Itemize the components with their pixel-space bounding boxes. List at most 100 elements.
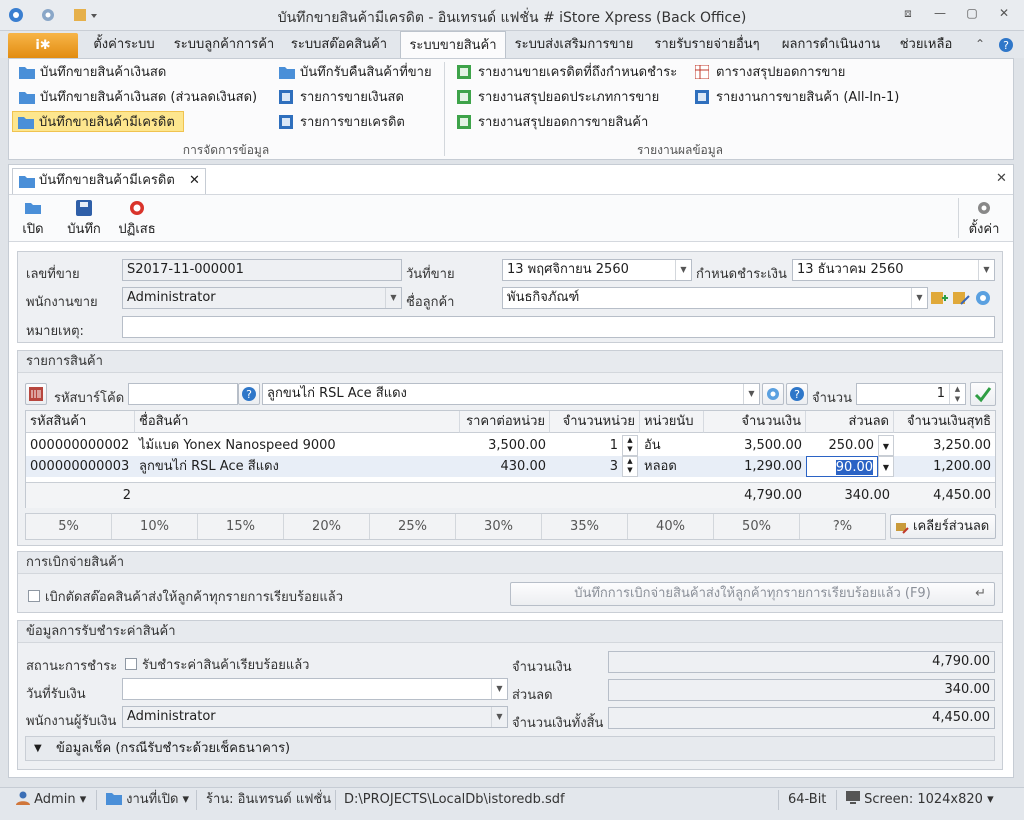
ribbon-report-sale-type[interactable]: รายงานสรุปยอดประเภทการขาย — [452, 87, 662, 108]
col-header-amount[interactable]: จำนวนเงิน — [704, 411, 806, 433]
payment-date-picker[interactable]: ▼ — [122, 678, 508, 700]
barcode-help-icon[interactable]: ? — [238, 383, 260, 405]
col-header-unit-price[interactable]: ราคาต่อหน่วย — [460, 411, 550, 433]
sale-date-picker[interactable]: 13 พฤศจิกายน 2560 ▼ — [502, 259, 692, 281]
tab-performance[interactable]: ผลการดำเนินงาน — [772, 31, 890, 58]
payment-received-checkbox[interactable]: รับชำระค่าสินค้าเรียบร้อยแล้ว — [125, 654, 309, 675]
chevron-down-icon[interactable]: ▼ — [491, 679, 507, 699]
customer-select[interactable]: พันธกิจภัณฑ์ ▼ — [502, 287, 928, 309]
col-header-qty[interactable]: จำนวนหน่วย — [550, 411, 640, 433]
checkbox-icon — [28, 590, 40, 602]
ribbon-report-product-summary[interactable]: รายงานสรุปยอดการขายสินค้า — [452, 112, 660, 133]
barcode-icon[interactable] — [25, 383, 47, 405]
tab-help[interactable]: ช่วยเหลือ — [892, 31, 960, 58]
chevron-down-icon[interactable]: ▼ — [675, 260, 691, 280]
save-icon — [76, 200, 92, 216]
save-button[interactable]: บันทึก — [62, 196, 106, 239]
pct-button[interactable]: 35% — [542, 514, 628, 539]
cheque-expander[interactable]: ▼ ข้อมูลเช็ค (กรณีรับชำระด้วยเช็คธนาคาร) — [25, 736, 995, 761]
dispatch-checkbox[interactable]: เบิกตัดสต๊อคสินค้าส่งให้ลูกค้าทุกรายการเ… — [28, 586, 343, 607]
tab-other-income[interactable]: รายรับรายจ่ายอื่นๆ — [644, 31, 770, 58]
ribbon-sales-report-all[interactable]: รายงานการขายสินค้า (All-In-1) — [690, 87, 904, 108]
pct-button[interactable]: 5% — [26, 514, 112, 539]
pct-button[interactable]: 20% — [284, 514, 370, 539]
tab-settings[interactable]: ตั้งค่าระบบ — [80, 31, 168, 58]
table-row[interactable]: 000000000002 ไม้แบด Yonex Nanospeed 9000… — [26, 435, 995, 456]
close-tab-icon[interactable]: ✕ — [189, 169, 200, 193]
pct-button[interactable]: 10% — [112, 514, 198, 539]
col-header-name[interactable]: ชื่อสินค้า — [135, 411, 460, 433]
cell-discount-editor[interactable]: 90.00 — [806, 456, 878, 477]
help-icon[interactable]: ? — [996, 37, 1016, 55]
minimize-button[interactable]: — — [930, 6, 950, 24]
screen-size-menu[interactable]: Screen: 1024x820 ▾ — [846, 791, 994, 809]
note-input[interactable] — [122, 316, 995, 338]
spin-icon[interactable]: ▲ ▼ — [622, 435, 638, 456]
ribbon-sales-return[interactable]: บันทึกรับคืนสินค้าที่ขาย — [274, 62, 442, 83]
chevron-down-icon[interactable]: ▼ — [878, 456, 894, 477]
monitor-icon — [846, 791, 860, 807]
maximize-button[interactable]: ▢ — [962, 6, 982, 24]
qty-stepper[interactable]: 1 ▲ ▼ — [856, 383, 966, 405]
table-icon — [694, 64, 711, 80]
pct-button[interactable]: 50% — [714, 514, 800, 539]
ribbon-cash-sales-list[interactable]: รายการขายเงินสด — [274, 87, 414, 108]
spin-icon[interactable]: ▲ ▼ — [622, 456, 638, 477]
ribbon-cash-sale[interactable]: บันทึกขายสินค้าเงินสด — [14, 62, 214, 83]
pct-button[interactable]: 40% — [628, 514, 714, 539]
spin-icon[interactable]: ▲ ▼ — [949, 384, 965, 404]
close-window-button[interactable]: ✕ — [994, 6, 1014, 24]
product-help-icon[interactable]: ? — [786, 383, 808, 405]
pct-button[interactable]: 15% — [198, 514, 284, 539]
collapse-ribbon-icon[interactable]: ⌃ — [970, 37, 990, 55]
pct-button-custom[interactable]: ?% — [800, 514, 885, 539]
ribbon-sales-summary-table[interactable]: ตารางสรุปยอดการขาย — [690, 62, 850, 83]
open-jobs-menu[interactable]: งานที่เปิด ▾ — [106, 791, 189, 809]
product-select[interactable]: ลูกขนไก่ RSL Ace สีแดง ▼ — [262, 383, 760, 405]
chevron-down-icon[interactable]: ▼ — [491, 707, 507, 727]
ribbon-cash-sale-discount[interactable]: บันทึกขายสินค้าเงินสด (ส่วนลดเงินสด) — [14, 87, 268, 108]
ribbon-report-due-credit[interactable]: รายงานขายเครดิตที่ถึงกำหนดชำระ — [452, 62, 684, 83]
tab-sales[interactable]: ระบบขายสินค้า — [400, 31, 506, 58]
refresh-product-icon[interactable] — [762, 383, 784, 405]
chevron-down-icon[interactable]: ▼ — [911, 288, 927, 308]
settings-button[interactable]: ตั้งค่า — [964, 196, 1004, 239]
col-header-net[interactable]: จำนวนเงินสุทธิ — [894, 411, 995, 433]
doc-tab-credit-sale[interactable]: บันทึกขายสินค้ามีเครดิต ✕ — [12, 168, 206, 194]
add-item-button[interactable] — [970, 382, 996, 406]
col-header-unit[interactable]: หน่วยนับ — [640, 411, 704, 433]
tab-promotions[interactable]: ระบบส่งเสริมการขาย — [506, 31, 642, 58]
clear-discount-button[interactable]: เคลียร์ส่วนลด — [890, 514, 996, 539]
pct-button[interactable]: 25% — [370, 514, 456, 539]
seller-select[interactable]: Administrator ▼ — [122, 287, 402, 309]
chevron-down-icon[interactable]: ▼ — [978, 260, 994, 280]
close-document-icon[interactable]: ✕ — [996, 171, 1007, 186]
chevron-down-icon[interactable]: ▼ — [385, 288, 401, 308]
chevron-down-icon[interactable]: ▼ — [743, 384, 759, 404]
due-date-picker[interactable]: 13 ธันวาคม 2560 ▼ — [792, 259, 995, 281]
file-menu-button[interactable]: i✱ — [8, 33, 78, 58]
user-menu[interactable]: Admin ▾ — [16, 791, 86, 809]
cancel-button[interactable]: ปฏิเสธ — [114, 196, 160, 239]
discount-label: ส่วนลด — [512, 688, 553, 703]
refresh-icon[interactable] — [974, 289, 992, 311]
table-row[interactable]: 000000000003 ลูกขนไก่ RSL Ace สีแดง 430.… — [26, 456, 995, 477]
cell-code: 000000000003 — [30, 459, 130, 474]
add-customer-icon[interactable] — [930, 289, 948, 311]
footer-net: 4,450.00 — [933, 488, 991, 503]
edit-customer-icon[interactable] — [952, 289, 970, 311]
restore-ribbon-icon[interactable]: ⧈ — [898, 6, 918, 24]
tab-stock[interactable]: ระบบสต๊อคสินค้า — [280, 31, 398, 58]
dispatch-save-button[interactable]: บันทึกการเบิกจ่ายสินค้าส่งให้ลูกค้าทุกรา… — [510, 582, 995, 606]
pct-button[interactable]: 30% — [456, 514, 542, 539]
receiver-select[interactable]: Administrator ▼ — [122, 706, 508, 728]
barcode-input[interactable] — [128, 383, 238, 405]
col-header-discount[interactable]: ส่วนลด — [806, 411, 894, 433]
tab-customers[interactable]: ระบบลูกค้าการค้า — [168, 31, 280, 58]
col-header-code[interactable]: รหัสสินค้า — [26, 411, 135, 433]
ribbon-credit-sale[interactable]: บันทึกขายสินค้ามีเครดิต — [12, 111, 184, 132]
open-button[interactable]: เปิด — [18, 196, 48, 239]
ribbon-credit-sales-list[interactable]: รายการขายเครดิต — [274, 112, 414, 133]
sale-no-field[interactable]: S2017-11-000001 — [122, 259, 402, 281]
chevron-down-icon[interactable]: ▼ — [878, 435, 894, 456]
